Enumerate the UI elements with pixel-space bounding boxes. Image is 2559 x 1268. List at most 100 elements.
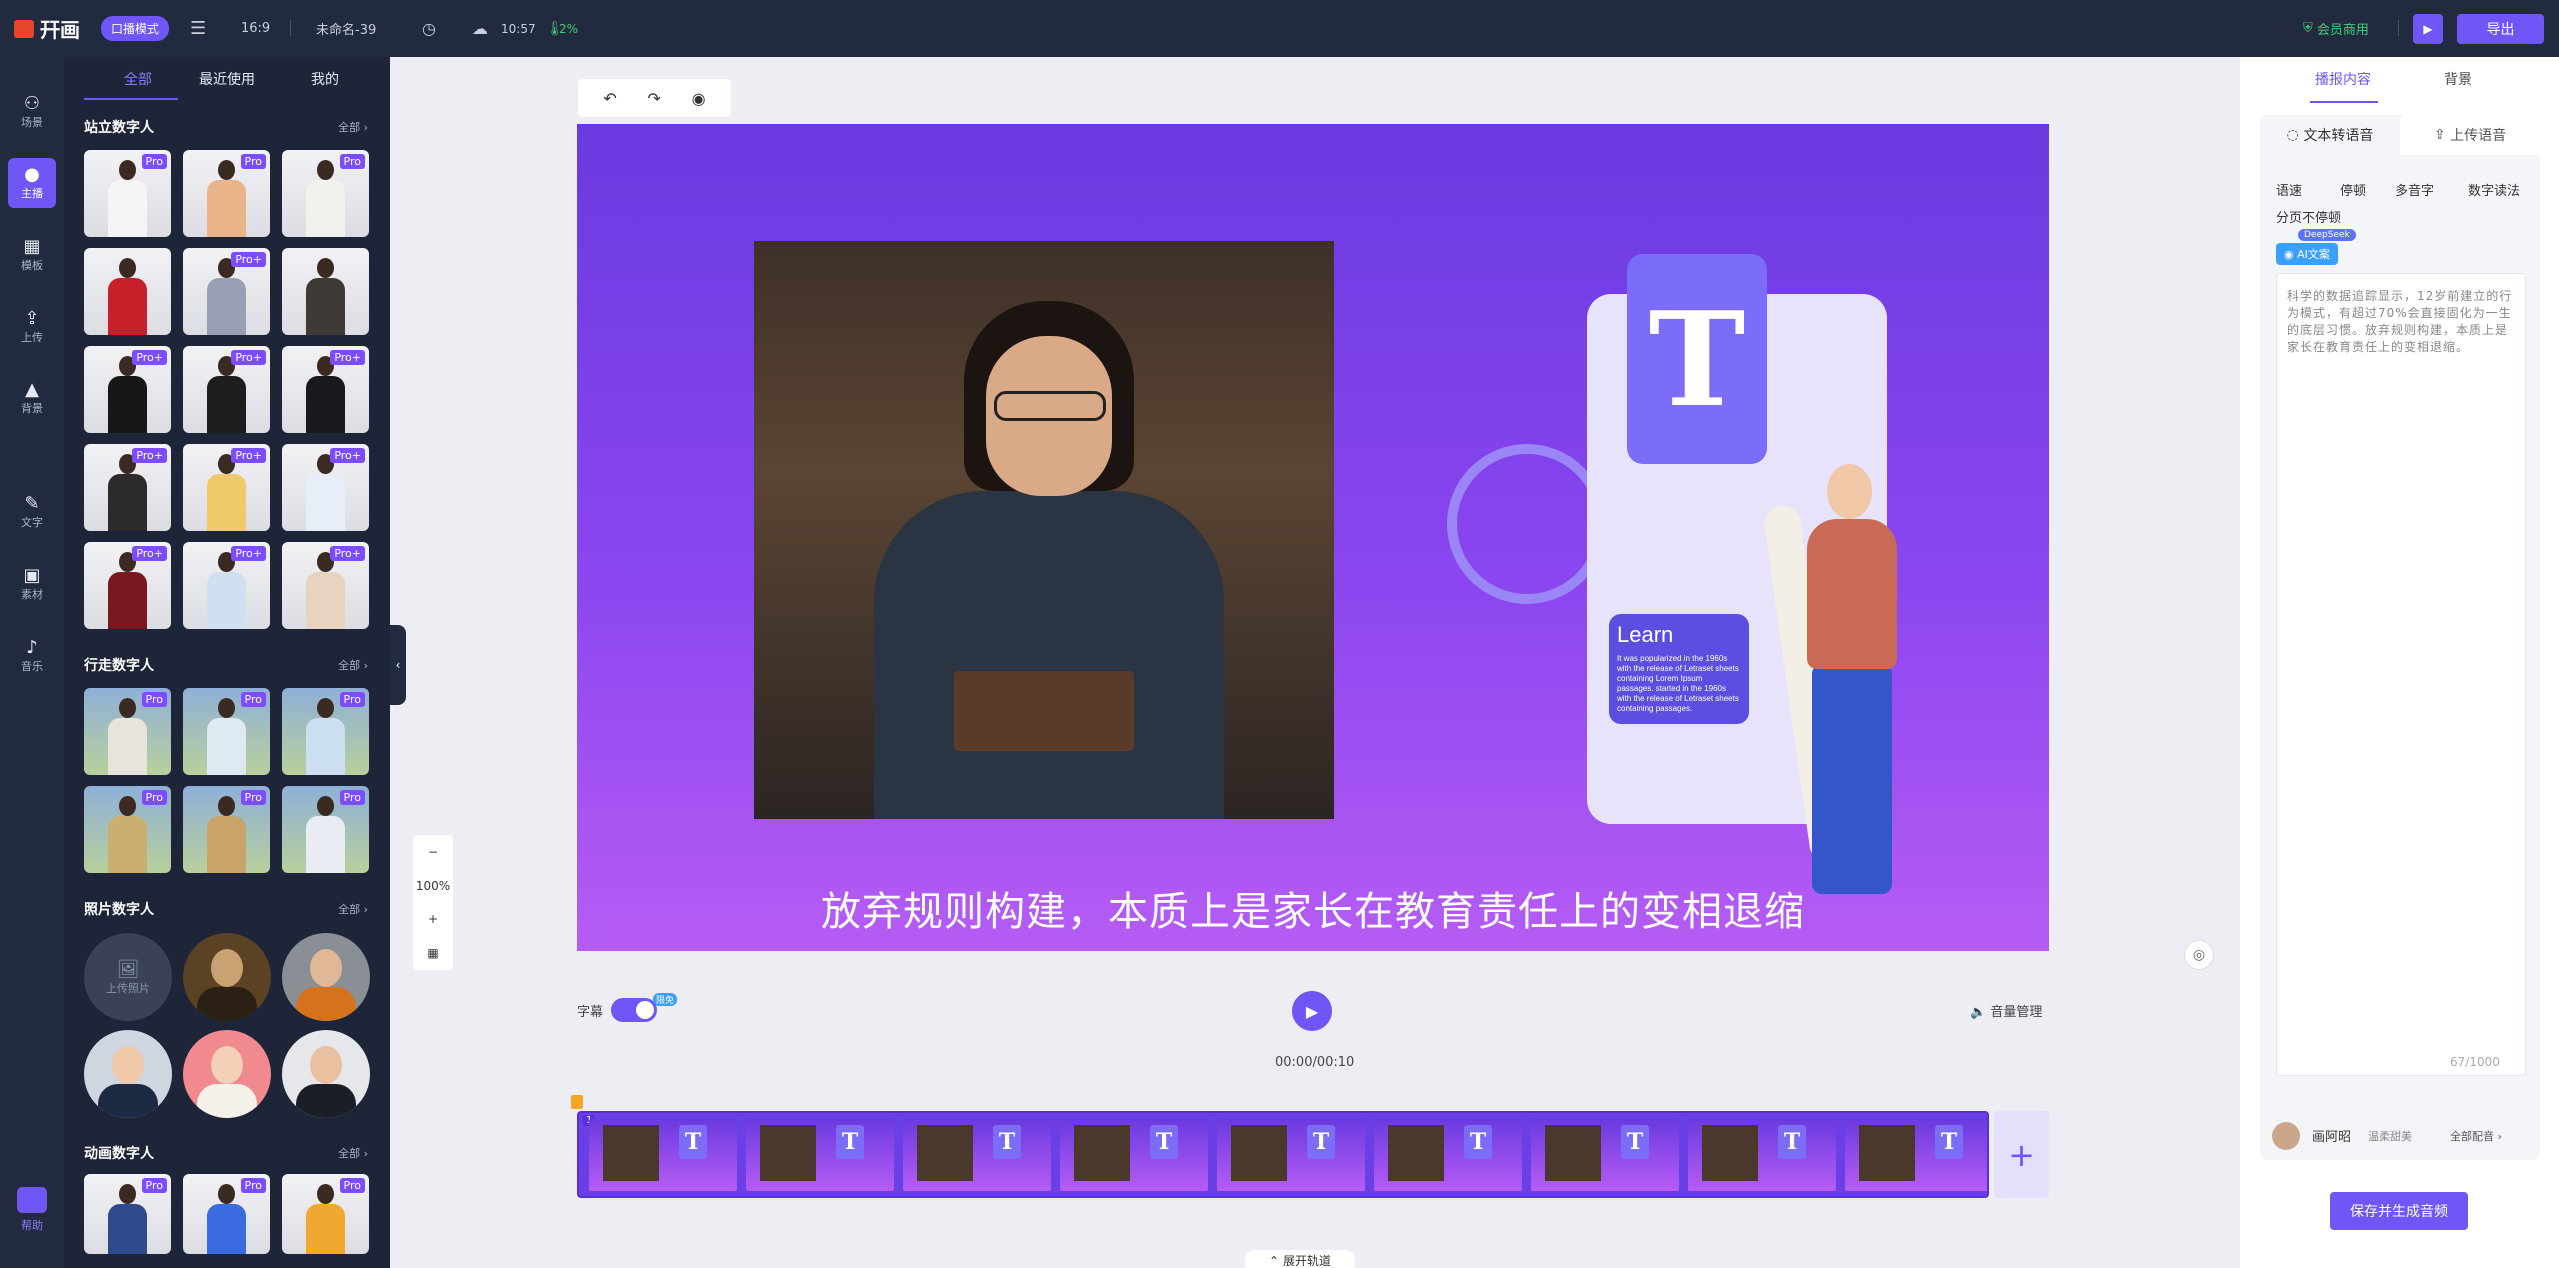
- add-clip-button[interactable]: +: [1994, 1111, 2049, 1198]
- avatar-card[interactable]: Pro: [183, 786, 270, 873]
- tab-background[interactable]: 背景: [2444, 69, 2472, 89]
- number-reading-option[interactable]: 数字读法: [2468, 180, 2520, 199]
- avatar-torso: [296, 1084, 356, 1118]
- all-voices-link[interactable]: 全部配音 ›: [2450, 1128, 2502, 1144]
- avatar-card[interactable]: Pro+: [183, 444, 270, 531]
- edit-toolbar: ↶ ↷ ◉: [578, 79, 731, 117]
- voice-selector[interactable]: 画阿昭 温柔甜美 全部配音 ›: [2260, 1110, 2540, 1160]
- avatar-card[interactable]: Pro+: [282, 346, 369, 433]
- avatar-card[interactable]: Pro: [84, 786, 171, 873]
- avatar-card[interactable]: Pro+: [84, 346, 171, 433]
- redo-icon[interactable]: ↷: [648, 89, 661, 108]
- tts-tab[interactable]: ◌ 文本转语音: [2260, 115, 2400, 155]
- palette-icon[interactable]: ◉: [692, 89, 706, 108]
- photo-avatar-card[interactable]: [183, 933, 271, 1021]
- avatar-card[interactable]: Pro: [84, 1174, 171, 1254]
- view-all-link[interactable]: 全部 ›: [338, 657, 368, 673]
- aspect-ratio[interactable]: 16:9: [241, 0, 270, 57]
- avatar-card[interactable]: Pro: [282, 150, 369, 237]
- avatar-card[interactable]: Pro+: [84, 444, 171, 531]
- save-generate-button[interactable]: 保存并生成音频: [2330, 1192, 2468, 1230]
- play-button[interactable]: ▶: [1292, 991, 1332, 1031]
- nav-text[interactable]: ✎ 文字: [8, 487, 56, 537]
- tab-recent[interactable]: 最近使用: [199, 69, 255, 89]
- anchor-photo[interactable]: [754, 241, 1334, 819]
- polyphone-option[interactable]: 多音字: [2395, 180, 2434, 199]
- playhead[interactable]: [571, 1095, 583, 1109]
- tab-indicator: [84, 98, 178, 100]
- preview-play-button[interactable]: ▶: [2413, 13, 2443, 44]
- photo-avatar-card[interactable]: [282, 1030, 370, 1118]
- avatar-body: [207, 718, 246, 775]
- photo-avatar-card[interactable]: [84, 1030, 172, 1118]
- speed-option[interactable]: 语速: [2276, 180, 2302, 199]
- nav-template[interactable]: ▦ 模板: [8, 230, 56, 280]
- upload-photo-button[interactable]: 🖼 上传照片: [84, 933, 172, 1021]
- script-textarea[interactable]: 科学的数据追踪显示，12岁前建立的行为模式，有超过70%会直接固化为一生的底层习…: [2276, 273, 2526, 1076]
- avatar-card[interactable]: [282, 248, 369, 335]
- no-pause-option[interactable]: 分页不停顿: [2276, 207, 2341, 226]
- nav-material[interactable]: ▣ 素材: [8, 559, 56, 609]
- avatar-card[interactable]: Pro: [282, 786, 369, 873]
- avatar-card[interactable]: Pro: [183, 1174, 270, 1254]
- avatar-card[interactable]: Pro+: [84, 542, 171, 629]
- mode-pill[interactable]: 口播模式: [101, 16, 170, 41]
- subtitle-toggle[interactable]: [611, 998, 658, 1022]
- zoom-out-icon[interactable]: −: [428, 845, 438, 859]
- avatar-card[interactable]: Pro: [183, 150, 270, 237]
- avatar-card[interactable]: [84, 248, 171, 335]
- avatar-card[interactable]: Pro: [84, 150, 171, 237]
- avatar-body: [207, 1204, 246, 1254]
- collapse-panel-button[interactable]: ‹: [390, 625, 406, 705]
- photo-avatar-card[interactable]: [282, 933, 370, 1021]
- expand-track-button[interactable]: ⌃ 展开轨道: [1245, 1250, 1355, 1268]
- learn-body: It was popularized in the 1960s with the…: [1617, 654, 1739, 713]
- pro-badge: Pro: [141, 154, 167, 169]
- avatar-body: [306, 278, 345, 335]
- view-all-link[interactable]: 全部 ›: [338, 119, 368, 135]
- avatar-card[interactable]: Pro: [282, 688, 369, 775]
- avatar-card[interactable]: Pro+: [183, 346, 270, 433]
- avatar-card[interactable]: Pro: [84, 688, 171, 775]
- pause-option[interactable]: 停顿: [2340, 180, 2366, 199]
- avatar-card[interactable]: Pro+: [282, 444, 369, 531]
- logo[interactable]: 幵画: [14, 0, 80, 57]
- nav-music[interactable]: ♪ 音乐: [8, 631, 56, 681]
- view-all-link[interactable]: 全部 ›: [338, 901, 368, 917]
- education-illustration[interactable]: T Learn It was popularized in the 1960s …: [1347, 144, 2027, 951]
- free-badge: 限免: [653, 992, 678, 1006]
- ai-copy-button[interactable]: ◉ AI文案: [2276, 243, 2338, 265]
- volume-button[interactable]: 🔈 音量管理: [1970, 1001, 2042, 1020]
- avatar-card[interactable]: Pro+: [183, 542, 270, 629]
- subtitle-caption[interactable]: 放弃规则构建，本质上是家长在教育责任上的变相退缩: [577, 879, 2049, 937]
- view-all-link[interactable]: 全部 ›: [338, 1145, 368, 1161]
- chevron-left-icon: ‹: [395, 658, 401, 672]
- tab-mine[interactable]: 我的: [311, 69, 339, 89]
- nav-background[interactable]: ▲ 背景: [8, 373, 56, 423]
- timeline-clip[interactable]: 1 TTTTTTTTT: [577, 1111, 1989, 1198]
- video-canvas[interactable]: T Learn It was popularized in the 1960s …: [577, 124, 2049, 951]
- nav-scene[interactable]: ⚇ 场景: [8, 87, 56, 137]
- history-icon[interactable]: ◷: [422, 0, 436, 57]
- undo-icon[interactable]: ↶: [603, 89, 616, 108]
- zoom-control: − 100% + ▦: [413, 835, 453, 970]
- project-name[interactable]: 未命名-39: [316, 0, 376, 57]
- help-button[interactable]: 帮助: [8, 1187, 56, 1247]
- upload-audio-tab[interactable]: ⇪ 上传语音: [2400, 115, 2540, 155]
- menu-icon[interactable]: ☰: [190, 0, 206, 57]
- headset-icon[interactable]: ◎: [2184, 940, 2214, 970]
- nav-anchor[interactable]: ● 主播: [8, 158, 56, 208]
- zoom-in-icon[interactable]: +: [428, 912, 438, 926]
- avatar-card[interactable]: Pro: [282, 1174, 369, 1254]
- tab-all[interactable]: 全部: [124, 69, 152, 89]
- avatar-card[interactable]: Pro+: [282, 542, 369, 629]
- avatar-card[interactable]: Pro+: [183, 248, 270, 335]
- nav-upload[interactable]: ⇪ 上传: [8, 302, 56, 352]
- grid-icon[interactable]: ▦: [427, 946, 438, 960]
- photo-avatar-card[interactable]: [183, 1030, 271, 1118]
- learn-box: Learn It was popularized in the 1960s wi…: [1609, 614, 1749, 724]
- export-button[interactable]: 导出: [2457, 13, 2544, 44]
- avatar-card[interactable]: Pro: [183, 688, 270, 775]
- vip-button[interactable]: ⛨ 会员商用: [2303, 0, 2369, 57]
- tab-broadcast[interactable]: 播报内容: [2315, 69, 2371, 89]
